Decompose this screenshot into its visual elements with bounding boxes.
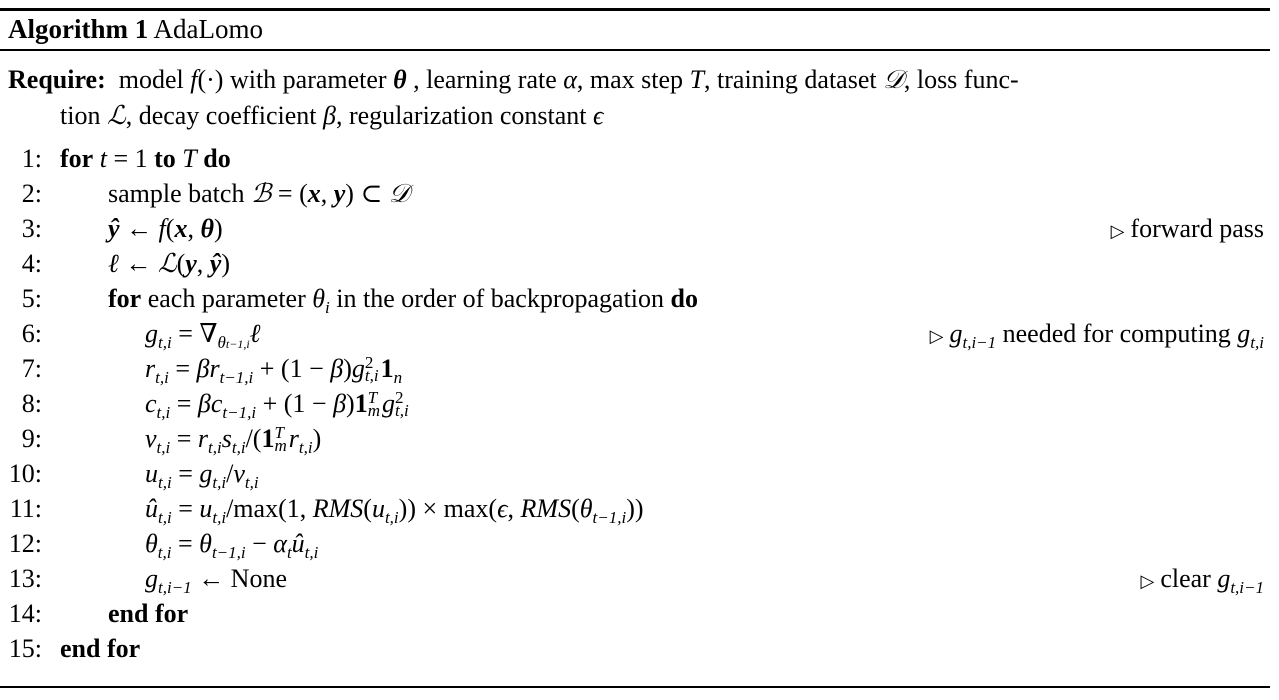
algo-line-15: 15: end for	[0, 631, 1270, 666]
algo-line-1: 1: for t = 1 to T do	[0, 141, 1270, 176]
line-number: 1:	[21, 144, 42, 173]
line-code: end for	[60, 634, 141, 663]
bottom-rule	[0, 686, 1270, 688]
algo-line-14: 14: end for	[0, 596, 1270, 631]
line-code: gt,i−1 ← None	[145, 564, 287, 597]
algo-line-4: 4: ℓ ← ℒ(y, ŷ)	[0, 246, 1270, 281]
require-block: Require: model f(·) with parameter θ , l…	[8, 62, 1268, 134]
algo-line-3: 3: ŷ ← f(x, θ) ▷ forward pass	[0, 211, 1270, 246]
line-number: 12:	[8, 529, 42, 558]
line-code: rt,i = βrt−1,i + (1 − β)g 2 t,i 1n	[145, 353, 403, 387]
require-keyword: Require:	[8, 65, 106, 94]
line-number: 5:	[21, 284, 42, 313]
line-code: ut,i = gt,i/vt,i	[145, 459, 259, 492]
line-code: gt,i = ∇θt−1,iℓ	[145, 319, 261, 352]
line-number: 10:	[8, 459, 42, 488]
line-comment: ▷ forward pass	[1110, 214, 1264, 243]
line-code: ŷ ← f(x, θ)	[108, 214, 223, 243]
line-code: end for	[108, 599, 189, 628]
top-rule	[0, 8, 1270, 11]
line-code: sample batch ℬ = (x, y) ⊂ 𝒟	[108, 179, 410, 209]
line-code: ℓ ← ℒ(y, ŷ)	[108, 249, 231, 279]
line-number: 2:	[21, 179, 42, 208]
line-number: 3:	[21, 214, 42, 243]
comment-triangle-icon: ▷	[929, 326, 944, 346]
comment-triangle-icon: ▷	[1140, 571, 1155, 591]
algo-line-8: 8: ct,i = βct−1,i + (1 − β)1 Tm g 2 t,i	[0, 386, 1270, 421]
algo-line-2: 2: sample batch ℬ = (x, y) ⊂ 𝒟	[0, 176, 1270, 211]
line-comment: ▷ gt,i−1 needed for computing gt,i	[929, 319, 1264, 352]
line-comment: ▷ clear gt,i−1	[1140, 564, 1264, 597]
line-number: 8:	[21, 389, 42, 418]
line-number: 11:	[9, 494, 42, 523]
line-number: 7:	[21, 354, 42, 383]
algorithm-title: Algorithm 1 AdaLomo	[8, 12, 263, 46]
algorithm-name: AdaLomo	[153, 14, 263, 44]
line-number: 4:	[21, 249, 42, 278]
line-number: 15:	[8, 634, 42, 663]
algo-line-11: 11: ût,i = ut,i/max(1, RMS(ut,i)) × max(…	[0, 491, 1270, 526]
line-code: vt,i = rt,ist,i/(1 Tm rt,i)	[145, 423, 322, 457]
algo-line-6: 6: gt,i = ∇θt−1,iℓ ▷ gt,i−1 needed for co…	[0, 316, 1270, 351]
line-code: for t = 1 to T do	[60, 144, 231, 173]
algo-line-13: 13: gt,i−1 ← None ▷ clear gt,i−1	[0, 561, 1270, 596]
line-code: for each parameter θi in the order of ba…	[108, 284, 699, 317]
algo-line-12: 12: θt,i = θt−1,i − αtût,i	[0, 526, 1270, 561]
algo-line-7: 7: rt,i = βrt−1,i + (1 − β)g 2 t,i 1n	[0, 351, 1270, 386]
line-number: 6:	[21, 319, 42, 348]
require-line-2: tion ℒ, decay coefficient β, regularizat…	[60, 101, 604, 131]
title-rule	[0, 49, 1270, 51]
comment-triangle-icon: ▷	[1110, 221, 1125, 241]
line-number: 9:	[21, 424, 42, 453]
line-code: ct,i = βct−1,i + (1 − β)1 Tm g 2 t,i	[145, 388, 409, 422]
line-number: 13:	[8, 564, 42, 593]
line-code: θt,i = θt−1,i − αtût,i	[145, 529, 319, 562]
algo-line-9: 9: vt,i = rt,ist,i/(1 Tm rt,i)	[0, 421, 1270, 456]
algo-line-10: 10: ut,i = gt,i/vt,i	[0, 456, 1270, 491]
line-code: ût,i = ut,i/max(1, RMS(ut,i)) × max(ϵ, R…	[145, 494, 644, 527]
algo-line-5: 5: for each parameter θi in the order of…	[0, 281, 1270, 316]
line-number: 14:	[8, 599, 42, 628]
require-line-1: Require: model f(·) with parameter θ , l…	[8, 65, 1019, 95]
algorithm-label: Algorithm 1	[8, 14, 149, 44]
